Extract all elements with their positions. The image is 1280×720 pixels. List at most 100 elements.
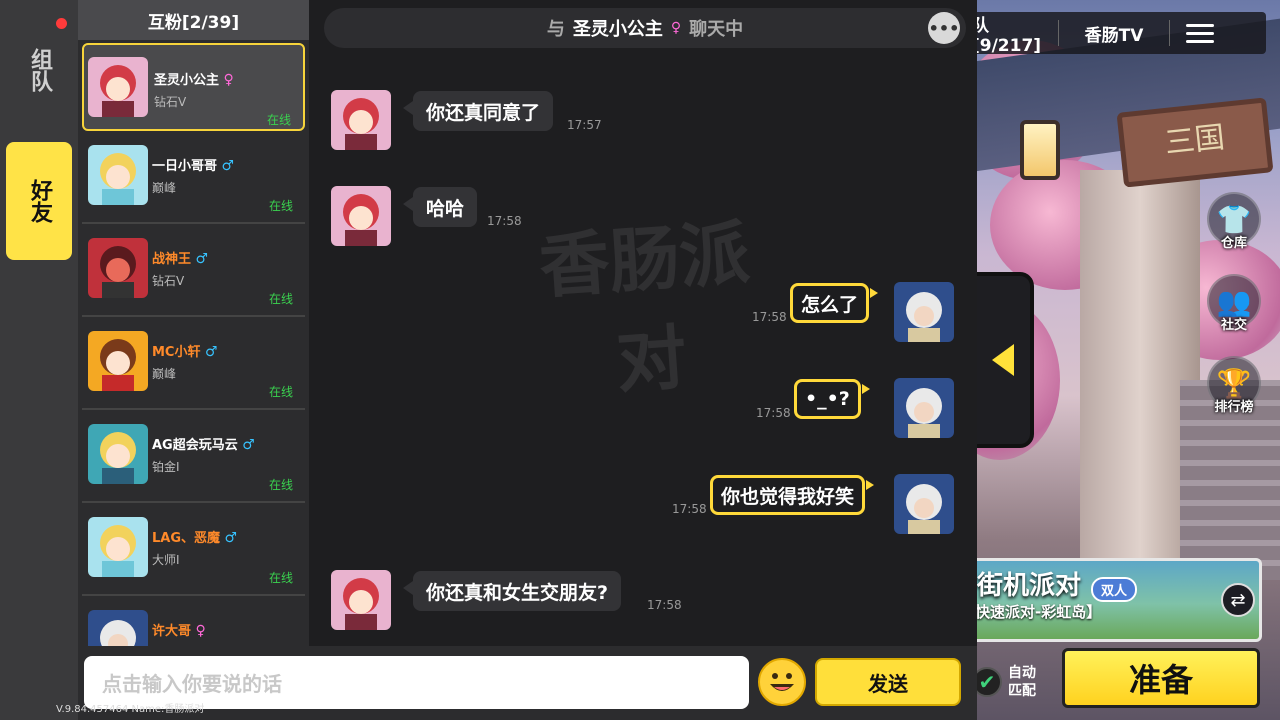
- friend-item[interactable]: MC小轩 ♂ 巅峰 在线: [82, 317, 305, 410]
- collapse-chat-button[interactable]: [972, 272, 1034, 448]
- friend-name: 战神王 ♂: [152, 248, 208, 267]
- friend-name-text: 战神王: [152, 252, 192, 267]
- friend-avatar: [88, 57, 148, 117]
- friend-status: 在线: [268, 385, 293, 399]
- message-bubble: 怎么了: [790, 283, 879, 323]
- top-bar: 队[9/217] 香肠TV: [968, 11, 1266, 56]
- message-time: 17:58: [672, 502, 707, 516]
- my-avatar[interactable]: [894, 282, 954, 342]
- left-tab-strip: 组队 好友: [0, 0, 78, 720]
- auto-match-line1: 自动: [1008, 665, 1036, 681]
- male-icon: ♂: [221, 158, 235, 174]
- friend-item[interactable]: LAG、恶魔 ♂ 大师I 在线: [82, 503, 305, 596]
- sausage-tv-button[interactable]: 香肠TV: [1059, 21, 1169, 46]
- warehouse-label: 仓库: [1220, 236, 1247, 251]
- friend-status: 在线: [268, 478, 293, 492]
- emoji-icon[interactable]: [758, 658, 806, 706]
- my-avatar[interactable]: [894, 378, 954, 438]
- friend-item[interactable]: 圣灵小公主 ♀ 钻石V 在线: [82, 43, 305, 131]
- friend-status: 在线: [268, 292, 293, 306]
- male-icon: ♂: [195, 251, 209, 267]
- friend-status: 在线: [268, 199, 293, 213]
- watermark: 香肠派对: [536, 211, 753, 404]
- my-avatar[interactable]: [894, 474, 954, 534]
- friend-name-text: 一日小哥哥: [152, 159, 218, 174]
- auto-match-label: 自动 匹配: [1008, 664, 1036, 700]
- game-mode-card[interactable]: 街机派对 双人 快速派对-彩虹岛】 ⇄: [968, 558, 1262, 642]
- friend-avatar: [88, 424, 148, 484]
- partner-avatar[interactable]: [331, 90, 391, 150]
- message-time: 17:58: [756, 406, 791, 420]
- tab-team[interactable]: 组队: [8, 20, 70, 120]
- message-bubble: 你还真和女生交朋友?: [402, 571, 622, 611]
- friend-name: 许大哥 ♀: [152, 620, 206, 639]
- chat-panel: 香肠派对 与 圣灵小公主 ♀ 聊天中 ••• 你还真同意了 17:57 哈哈 1…: [309, 0, 977, 646]
- friend-rank: 钻石V: [152, 274, 185, 288]
- friend-name-text: LAG、恶魔: [152, 531, 221, 546]
- mode-subtitle: 快速派对-彩虹岛】: [975, 603, 1102, 621]
- message-time: 17:58: [487, 214, 522, 228]
- auto-match-toggle[interactable]: ✔ 自动 匹配: [972, 660, 1062, 704]
- chat-header-suffix: 聊天中: [689, 19, 744, 40]
- ready-button[interactable]: 准备: [1062, 648, 1260, 708]
- friend-name-text: AG超会玩马云: [152, 438, 238, 453]
- tab-friends[interactable]: 好友: [6, 142, 72, 260]
- friend-rank: 大师I: [152, 553, 180, 567]
- tab-friends-label: 好友: [27, 179, 52, 223]
- partner-avatar[interactable]: [331, 570, 391, 630]
- auto-match-line2: 匹配: [1008, 683, 1036, 699]
- warehouse-button[interactable]: 👕 仓库: [1205, 192, 1263, 254]
- more-options-icon[interactable]: •••: [928, 12, 960, 44]
- partner-avatar[interactable]: [331, 186, 391, 246]
- friend-item[interactable]: 战神王 ♂ 钻石V 在线: [82, 224, 305, 317]
- chat-header: 与 圣灵小公主 ♀ 聊天中 •••: [324, 8, 966, 48]
- friend-name: MC小轩 ♂: [152, 341, 218, 360]
- friend-rank: 钻石V: [154, 95, 187, 109]
- leaderboard-label: 排行榜: [1214, 400, 1254, 415]
- male-icon: ♂: [205, 344, 218, 360]
- chat-partner-name: 圣灵小公主: [572, 19, 663, 40]
- map-sign-text: 三国: [1163, 119, 1227, 162]
- version-text: V.9.84.457464 Name:香肠派对: [56, 704, 205, 715]
- message-bubble: 你也觉得我好笑: [710, 475, 875, 515]
- friend-name-text: 圣灵小公主: [154, 73, 220, 88]
- friend-avatar: [88, 517, 148, 577]
- social-label: 社交: [1220, 318, 1247, 333]
- mode-name: 街机派对: [977, 571, 1082, 601]
- male-icon: ♂: [242, 437, 255, 453]
- friend-name-text: 许大哥: [152, 624, 192, 639]
- social-button[interactable]: 👥 社交: [1205, 274, 1263, 336]
- tab-team-label: 组队: [27, 48, 52, 92]
- friend-name-text: MC小轩: [152, 345, 201, 360]
- friend-name: 一日小哥哥 ♂: [152, 155, 234, 174]
- leaderboard-button[interactable]: 🏆 排行榜: [1205, 356, 1263, 418]
- friend-status: 在线: [266, 113, 291, 127]
- female-icon: ♀: [195, 623, 206, 639]
- friend-name: LAG、恶魔 ♂: [152, 527, 237, 546]
- friend-avatar: [88, 145, 148, 205]
- arrow-left-icon: [992, 344, 1014, 376]
- message-time: 17:58: [647, 598, 682, 612]
- message-bubble: 你还真同意了: [402, 91, 554, 131]
- female-icon: ♀: [223, 72, 234, 88]
- female-icon: ♀: [670, 20, 682, 36]
- friend-avatar: [88, 238, 148, 298]
- chat-header-prefix: 与: [546, 19, 565, 40]
- friend-item[interactable]: AG超会玩马云 ♂ 铂金I 在线: [82, 410, 305, 503]
- friend-rank: 巅峰: [152, 181, 177, 195]
- friend-avatar: [88, 331, 148, 391]
- team-count[interactable]: 队[9/217]: [968, 11, 1058, 56]
- send-button[interactable]: 发送: [815, 658, 961, 706]
- friend-name: AG超会玩马云 ♂: [152, 434, 255, 453]
- friend-item[interactable]: 一日小哥哥 ♂ 巅峰 在线: [82, 131, 305, 224]
- message-bubble: 哈哈: [402, 187, 478, 227]
- friends-list: 互粉[2/39] 圣灵小公主 ♀ 钻石V 在线 一日小哥哥 ♂ 巅峰 在线 战神…: [78, 0, 309, 720]
- friends-header: 互粉[2/39]: [78, 0, 309, 40]
- friend-rank: 巅峰: [152, 367, 177, 381]
- swap-icon[interactable]: ⇄: [1221, 583, 1255, 617]
- friend-rank: 铂金I: [152, 460, 180, 474]
- notification-dot: [56, 18, 67, 29]
- message-time: 17:57: [567, 118, 602, 132]
- friend-name: 圣灵小公主 ♀: [154, 69, 234, 88]
- menu-icon[interactable]: [1170, 23, 1230, 43]
